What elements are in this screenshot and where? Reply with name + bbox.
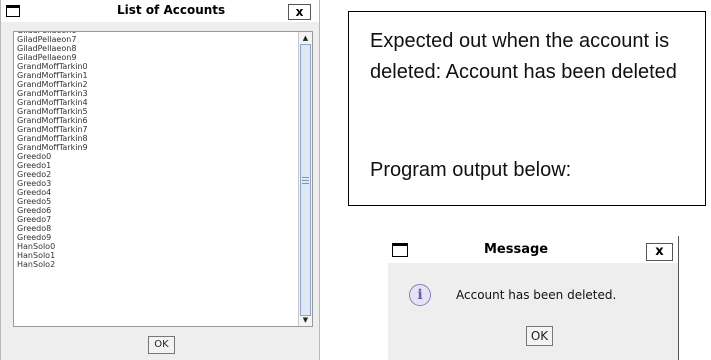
scrollbar-thumb[interactable]	[300, 44, 311, 316]
message-dialog-title: Message	[484, 242, 549, 257]
scroll-up-button[interactable]: ▲	[299, 32, 312, 44]
list-of-accounts-window: List of Accounts x GiladPellaeon6GiladPe…	[0, 0, 320, 360]
list-window-titlebar[interactable]: List of Accounts x	[1, 0, 319, 22]
message-text: Account has been deleted.	[456, 288, 617, 302]
list-item[interactable]: HanSolo2	[17, 260, 297, 269]
accounts-scrollbar[interactable]: ▲ ▼	[298, 32, 312, 326]
list-item[interactable]: GrandMoffTarkin8	[17, 134, 297, 143]
list-item[interactable]: GiladPellaeon8	[17, 44, 297, 53]
list-item[interactable]: GrandMoffTarkin3	[17, 89, 297, 98]
list-item[interactable]: GrandMoffTarkin7	[17, 125, 297, 134]
list-item[interactable]: GrandMoffTarkin4	[17, 98, 297, 107]
list-item[interactable]: Greedo8	[17, 224, 297, 233]
note-box: Expected out when the account is deleted…	[348, 11, 706, 206]
list-item[interactable]: GrandMoffTarkin9	[17, 143, 297, 152]
scroll-down-button[interactable]: ▼	[299, 314, 312, 326]
list-item[interactable]: HanSolo0	[17, 242, 297, 251]
list-item[interactable]: Greedo2	[17, 170, 297, 179]
list-item[interactable]: Greedo1	[17, 161, 297, 170]
scrollbar-grip	[302, 177, 309, 178]
list-item[interactable]: Greedo6	[17, 206, 297, 215]
list-item[interactable]: GrandMoffTarkin6	[17, 116, 297, 125]
list-item[interactable]: Greedo5	[17, 197, 297, 206]
list-window-title: List of Accounts	[117, 3, 226, 17]
window-icon[interactable]	[392, 243, 408, 257]
triangle-down-icon: ▼	[302, 316, 309, 324]
message-dialog-titlebar[interactable]: Message x	[388, 236, 678, 263]
accounts-list-items: GiladPellaeon6GiladPellaeon7GiladPellaeo…	[17, 32, 297, 269]
triangle-up-icon: ▲	[302, 34, 309, 42]
list-item[interactable]: Greedo3	[17, 179, 297, 188]
list-item[interactable]: Greedo9	[17, 233, 297, 242]
list-item[interactable]: GrandMoffTarkin1	[17, 71, 297, 80]
list-item[interactable]: HanSolo1	[17, 251, 297, 260]
list-item[interactable]: GiladPellaeon9	[17, 53, 297, 62]
list-ok-button[interactable]: OK	[148, 336, 175, 354]
info-icon: i	[409, 284, 431, 306]
list-item[interactable]: GiladPellaeon7	[17, 35, 297, 44]
list-item[interactable]: GrandMoffTarkin5	[17, 107, 297, 116]
message-dialog: Message x i Account has been deleted. OK	[388, 236, 679, 360]
list-item[interactable]: GrandMoffTarkin0	[17, 62, 297, 71]
program-output-label: Program output below:	[370, 159, 572, 181]
list-window-close-button[interactable]: x	[288, 4, 311, 20]
list-item[interactable]: Greedo4	[17, 188, 297, 197]
list-item[interactable]: GrandMoffTarkin2	[17, 80, 297, 89]
scrollbar-grip	[302, 180, 309, 181]
message-ok-button[interactable]: OK	[526, 326, 553, 346]
expected-output-text: Expected out when the account is deleted…	[370, 30, 677, 83]
window-icon[interactable]	[6, 5, 20, 17]
message-dialog-close-button[interactable]: x	[646, 243, 673, 261]
list-item[interactable]: Greedo7	[17, 215, 297, 224]
scrollbar-grip	[302, 183, 309, 184]
list-item[interactable]: Greedo0	[17, 152, 297, 161]
accounts-list[interactable]: GiladPellaeon6GiladPellaeon7GiladPellaeo…	[13, 31, 313, 327]
